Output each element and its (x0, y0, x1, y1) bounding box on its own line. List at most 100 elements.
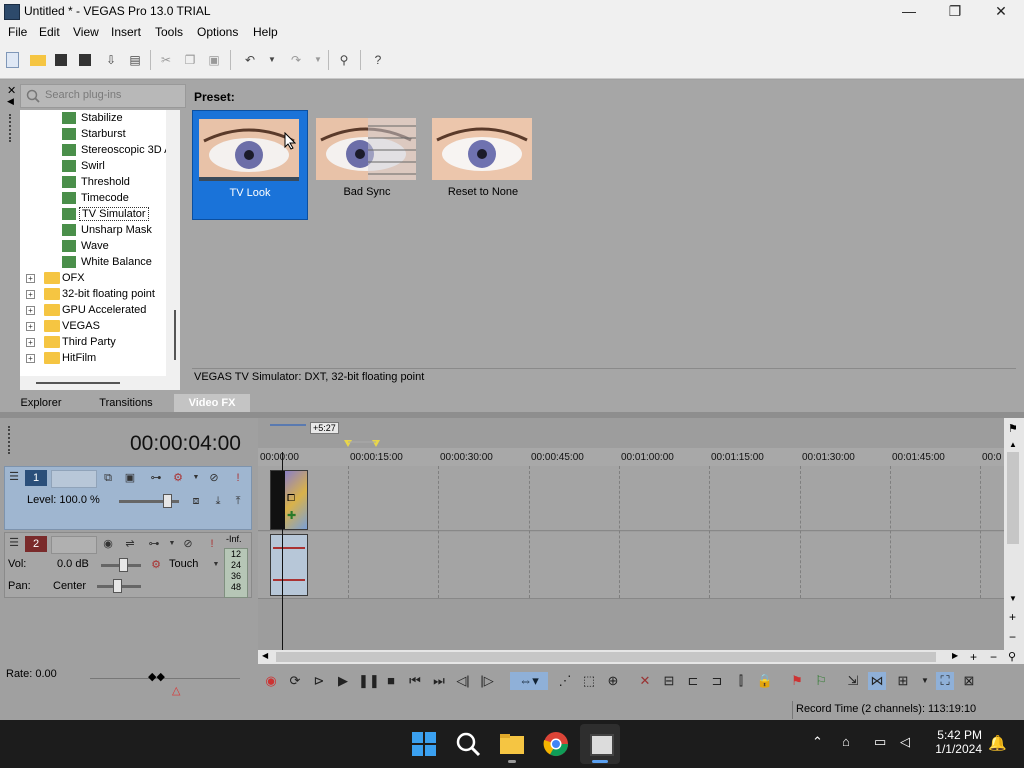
level-slider-knob[interactable] (163, 494, 172, 508)
video-track-lane[interactable] (258, 466, 1004, 531)
expand-icon[interactable]: + (26, 290, 35, 299)
arm-for-record-icon[interactable]: ◉ (101, 537, 115, 551)
scroll-thumb[interactable] (36, 382, 120, 384)
mute-icon[interactable]: ⊘ (181, 537, 195, 551)
tree-item-white-balance[interactable]: White Balance (62, 254, 152, 270)
minimize-button[interactable]: — (886, 0, 932, 22)
insert-region-icon[interactable]: ⚐ (812, 672, 830, 690)
tree-item-stereoscopic-3d[interactable]: Stereoscopic 3D A (62, 142, 166, 158)
track-fx-icon[interactable]: ⊶ (147, 537, 161, 551)
tree-item-swirl[interactable]: Swirl (62, 158, 105, 174)
start-menu-icon[interactable] (410, 730, 438, 758)
show-hidden-icons-icon[interactable]: ⌃ (812, 734, 823, 750)
audio-track-name-field[interactable] (51, 536, 97, 554)
time-ruler[interactable]: 00:00:00 00:00:15:00 00:00:30:00 00:00:4… (258, 448, 1004, 466)
collapse-pane-icon[interactable]: ◀ (7, 96, 14, 107)
tree-folder-vegas[interactable]: + VEGAS (26, 318, 100, 334)
preset-reset-to-none[interactable]: Reset to None (426, 110, 540, 218)
crossfade-icon[interactable]: ⊞ (894, 672, 912, 690)
event-pan-crop-icon[interactable]: ⧠ (287, 493, 295, 504)
undo-dropdown-icon[interactable]: ▼ (264, 52, 280, 68)
insert-marker-icon[interactable]: ⚑ (788, 672, 806, 690)
redo-icon[interactable]: ↷ (288, 52, 304, 68)
previous-frame-icon[interactable]: ◁| (454, 672, 472, 690)
tree-item-stabilize[interactable]: Stabilize (62, 110, 123, 126)
auto-ripple-icon[interactable]: ⇲ (844, 672, 862, 690)
maximize-button[interactable]: ❐ (932, 0, 978, 22)
trim-icon[interactable]: ⊟ (660, 672, 678, 690)
track-menu-icon[interactable]: ☰ (7, 470, 21, 484)
expand-icon[interactable]: + (26, 354, 35, 363)
menu-options[interactable]: Options (197, 25, 238, 39)
mute-icon[interactable]: ⊘ (207, 471, 221, 485)
enable-snapping-icon[interactable]: ⚲ (336, 52, 352, 68)
scroll-thumb[interactable] (174, 310, 176, 360)
automation-mode[interactable]: Touch (169, 558, 198, 570)
video-event-clip[interactable]: ⧠ ✚ (270, 470, 308, 530)
scroll-down-icon[interactable]: ▼ (1009, 594, 1017, 603)
scroll-left-icon[interactable]: ◀ (262, 651, 268, 660)
tree-item-timecode[interactable]: Timecode (62, 190, 129, 206)
audio-track-header[interactable]: ☰ 2 ◉ ⇌ ⊶ ▼ ⊘ ! Vol: 0.0 dB ⚙ Touch ▼ Pa… (4, 532, 252, 598)
record-icon[interactable]: ◉ (262, 672, 280, 690)
trim-end-icon[interactable]: ⊐ (708, 672, 726, 690)
search-plugins-field[interactable]: Search plug-ins (20, 84, 186, 108)
open-folder-icon[interactable] (30, 55, 46, 66)
whats-this-help-icon[interactable]: ? (370, 52, 386, 68)
play-icon[interactable]: ▶ (334, 672, 352, 690)
tree-folder-hitfilm[interactable]: + HitFilm (26, 350, 96, 366)
menu-file[interactable]: File (8, 25, 27, 39)
video-track-header[interactable]: ☰ 1 ⧉ ▣ ⊶ ⚙ ▼ ⊘ ! Level: 100.0 % ⧈ ⤓ ⤒ (4, 466, 252, 530)
preset-bad-sync[interactable]: Bad Sync (310, 110, 424, 218)
zoom-out-icon[interactable]: − (1009, 630, 1016, 644)
zoom-edit-tool-icon[interactable]: ⊕ (604, 672, 622, 690)
normal-edit-tool-icon[interactable]: ⇔▾ (510, 672, 548, 690)
close-button[interactable]: ✕ (978, 0, 1024, 22)
copy-icon[interactable]: ❐ (182, 52, 198, 68)
track-menu-icon[interactable]: ☰ (7, 536, 21, 550)
redo-dropdown-icon[interactable]: ▼ (310, 52, 326, 68)
expand-icon[interactable]: + (26, 322, 35, 331)
go-to-start-icon[interactable]: ⏮ (406, 672, 424, 690)
rate-reset-icon[interactable]: △ (172, 684, 180, 697)
volume-slider-knob[interactable] (119, 558, 128, 572)
save-icon[interactable] (55, 54, 67, 66)
save-as-icon[interactable] (79, 54, 91, 66)
timeline-vertical-scrollbar[interactable]: ⚑ ▲ ▼ + − (1004, 418, 1024, 664)
play-from-start-icon[interactable]: ⊳ (310, 672, 328, 690)
tab-explorer[interactable]: Explorer (8, 394, 74, 412)
expand-keyframes-icon[interactable]: ⤓ (211, 494, 225, 508)
volume-muted-icon[interactable]: ◁ (900, 734, 910, 750)
expand-icon[interactable]: + (26, 338, 35, 347)
zoom-in-time-icon[interactable]: + (970, 650, 977, 664)
zoom-in-icon[interactable]: + (1009, 610, 1016, 624)
tree-item-threshold[interactable]: Threshold (62, 174, 130, 190)
vegas-taskbar-button[interactable] (580, 724, 620, 764)
solo-icon[interactable]: ! (205, 537, 219, 551)
solo-icon[interactable]: ! (231, 471, 245, 485)
file-explorer-icon[interactable] (498, 730, 526, 758)
properties-icon[interactable]: ▤ (127, 52, 143, 68)
tree-folder-ofx[interactable]: + OFX (26, 270, 85, 286)
rate-slider-knob[interactable]: ◆◆ (148, 670, 165, 683)
scroll-thumb[interactable] (1007, 452, 1019, 544)
delete-icon[interactable]: ✕ (636, 672, 654, 690)
search-taskbar-icon[interactable] (454, 730, 482, 758)
system-clock[interactable]: 5:42 PM 1/1/2024 (930, 728, 982, 756)
grip-icon[interactable] (9, 114, 13, 142)
go-to-end-icon[interactable]: ⏭ (430, 672, 448, 690)
scroll-up-icon[interactable]: ▲ (1009, 440, 1017, 449)
menu-view[interactable]: View (73, 25, 99, 39)
dock-handle[interactable]: ✕ ◀ (4, 84, 18, 384)
zoom-tool-icon[interactable]: ⚲ (1008, 650, 1016, 663)
expand-icon[interactable]: + (26, 306, 35, 315)
scroll-right-icon[interactable]: ▶ (952, 651, 958, 660)
tree-item-wave[interactable]: Wave (62, 238, 109, 254)
fx-dropdown-icon[interactable]: ▼ (165, 537, 179, 551)
track-fx-gear-icon[interactable]: ⚙ (171, 471, 185, 485)
parent-motion-icon[interactable]: ▣ (123, 471, 137, 485)
motion-blur-icon[interactable]: ⊶ (149, 471, 163, 485)
zoom-out-time-icon[interactable]: − (990, 650, 997, 664)
tree-folder-32bit[interactable]: +32-bit floating point (26, 286, 155, 302)
fx-dropdown-icon[interactable]: ▼ (189, 471, 203, 485)
